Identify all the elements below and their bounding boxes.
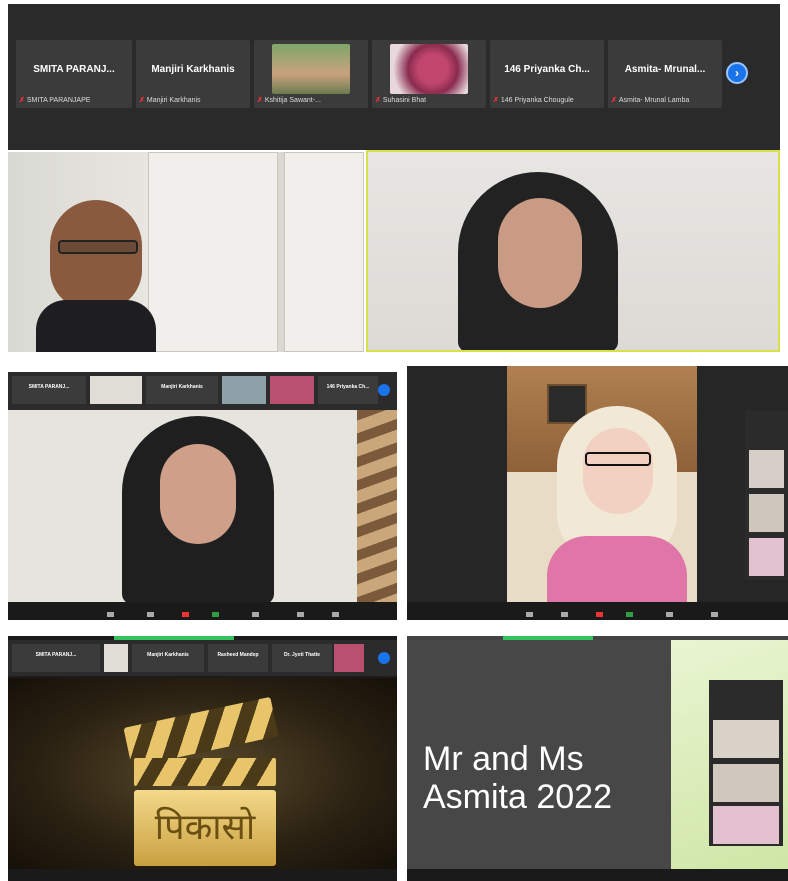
participant-tile[interactable]: Asmita- Mrunal... ✗ Asmita- Mrunal Lamba [608, 40, 722, 108]
participant-label: Kshitija Sawant-... [264, 97, 321, 104]
meeting-toolbar [8, 602, 397, 620]
participant-name: 146 Priyanka Ch... [326, 384, 370, 390]
record-icon[interactable] [243, 612, 267, 618]
participant-thumbnail[interactable] [104, 644, 128, 672]
slide-title-line1: Mr and Ms [423, 740, 584, 778]
chat-icon[interactable] [587, 612, 611, 618]
participant-thumbnail[interactable] [749, 450, 784, 488]
participant-tile[interactable]: SMITA PARANJ... ✗ SMITA PARANJAPE [16, 40, 132, 108]
participant-name: Manjiri Karkhanis [147, 652, 189, 658]
chat-icon[interactable] [173, 612, 197, 618]
participant-name: 146 Priyanka Ch... [504, 64, 590, 75]
participant-thumbnail[interactable] [222, 376, 266, 404]
participant-tile[interactable]: ✗ Suhasini Bhat [372, 40, 486, 108]
participant-label: Asmita- Mrunal Lamba [618, 97, 690, 104]
participant-label: Suhasini Bhat [382, 97, 427, 104]
slide-title: Mr and Ms Asmita 2022 [423, 740, 612, 816]
participant-thumbnail[interactable] [270, 376, 314, 404]
participant-thumbnail[interactable] [90, 376, 142, 404]
participant-tile[interactable]: Manjiri Karkhanis [132, 644, 204, 672]
man-silhouette [36, 200, 156, 352]
participant-tile[interactable]: 146 Priyanka Ch... ✗ 146 Priyanka Chougul… [490, 40, 604, 108]
participant-thumbnail[interactable] [713, 720, 779, 758]
mic-muted-icon: ✗ [257, 97, 263, 104]
participant-tile[interactable]: Manjiri Karkhanis ✗ Manjiri Karkhanis [136, 40, 250, 108]
clapperboard-top [123, 696, 279, 768]
meeting-toolbar [8, 869, 397, 881]
meeting-toolbar [407, 869, 788, 881]
participant-name: Asmita- Mrunal... [624, 64, 706, 75]
participant-tile[interactable]: Dr. Jyoti Thatte [272, 644, 332, 672]
participant-name: Dr. Jyoti Thatte [283, 652, 321, 658]
participant-name: SMITA PARANJ... [33, 64, 115, 75]
participant-side-panel [709, 680, 783, 846]
participant-tile[interactable]: ✗ Kshitija Sawant-... [254, 40, 368, 108]
apps-icon[interactable] [323, 612, 347, 618]
meeting-toolbar [407, 602, 788, 620]
wall-cabinet [148, 152, 278, 352]
participant-thumbnail[interactable] [334, 644, 364, 672]
participant-name: SMITA PARANJ... [35, 652, 77, 658]
mic-muted-icon: ✗ [19, 97, 25, 104]
wall-cabinet [284, 152, 364, 352]
speaker-video[interactable] [507, 366, 697, 602]
participant-tile[interactable]: SMITA PARANJ... [12, 376, 86, 404]
clapperboard-stripe [134, 758, 276, 786]
shared-screen: पिकासो [8, 678, 397, 869]
participant-thumbnail[interactable] [713, 764, 779, 802]
curtain [357, 410, 397, 602]
shared-slide: Mr and Ms Asmita 2022 [407, 640, 671, 869]
next-page-icon[interactable] [378, 652, 390, 664]
participant-thumbnail [390, 44, 468, 94]
reactions-icon[interactable] [288, 612, 312, 618]
participant-strip: SMITA PARANJ... ✗ SMITA PARANJAPE Manjiri… [8, 4, 780, 150]
mic-muted-icon: ✗ [375, 97, 381, 104]
screenshot-panel-speaker [407, 366, 788, 620]
share-screen-icon[interactable] [203, 612, 227, 618]
screenshot-panel-logo: SMITA PARANJ... Manjiri Karkhanis Rashee… [8, 636, 397, 881]
participants-icon[interactable] [138, 612, 162, 618]
next-page-icon[interactable]: › [726, 62, 748, 84]
participant-tile[interactable]: Manjiri Karkhanis [146, 376, 218, 404]
woman-silhouette [547, 406, 687, 602]
participant-side-panel [745, 410, 788, 580]
mic-muted-icon: ✗ [611, 97, 617, 104]
slide-title-line2: Asmita 2022 [423, 778, 612, 816]
mic-muted-icon: ✗ [139, 97, 145, 104]
mic-muted-icon: ✗ [493, 97, 499, 104]
participant-name: Manjiri Karkhanis [161, 384, 203, 390]
next-page-icon[interactable] [378, 384, 390, 396]
participant-thumbnail[interactable] [713, 806, 779, 844]
participant-thumbnail[interactable] [749, 538, 784, 576]
screenshot-panel-slide: Mr and Ms Asmita 2022 [407, 636, 788, 881]
share-screen-icon[interactable] [617, 612, 641, 618]
participant-tile[interactable]: SMITA PARANJ... [12, 644, 100, 672]
participant-tile[interactable]: Rasheed Mandep [208, 644, 268, 672]
record-icon[interactable] [657, 612, 681, 618]
speaker-video[interactable] [8, 410, 397, 604]
participants-icon[interactable] [552, 612, 576, 618]
woman-silhouette [108, 416, 288, 604]
participant-tile[interactable]: 146 Priyanka Ch... [318, 376, 378, 404]
woman-silhouette [438, 172, 638, 350]
participant-name: Manjiri Karkhanis [151, 64, 235, 75]
participant-name: SMITA PARANJ... [28, 384, 70, 390]
participant-thumbnail[interactable] [749, 494, 784, 532]
participant-label: 146 Priyanka Chougule [500, 97, 574, 104]
participant-name: Rasheed Mandep [217, 652, 259, 658]
logo-text: पिकासो [134, 790, 276, 866]
screenshot-panel-gallery: SMITA PARANJ... Manjiri Karkhanis 146 Pr… [8, 372, 397, 620]
apps-icon[interactable] [702, 612, 726, 618]
video-feed-left[interactable] [8, 152, 364, 352]
participant-strip: SMITA PARANJ... Manjiri Karkhanis Rashee… [8, 640, 397, 676]
video-feed-active-speaker[interactable] [366, 150, 780, 352]
security-icon[interactable] [98, 612, 122, 618]
participant-thumbnail [272, 44, 350, 94]
participant-strip: SMITA PARANJ... Manjiri Karkhanis 146 Pr… [8, 372, 397, 410]
participant-label: SMITA PARANJAPE [26, 97, 91, 104]
security-icon[interactable] [517, 612, 541, 618]
participant-label: Manjiri Karkhanis [146, 97, 201, 104]
